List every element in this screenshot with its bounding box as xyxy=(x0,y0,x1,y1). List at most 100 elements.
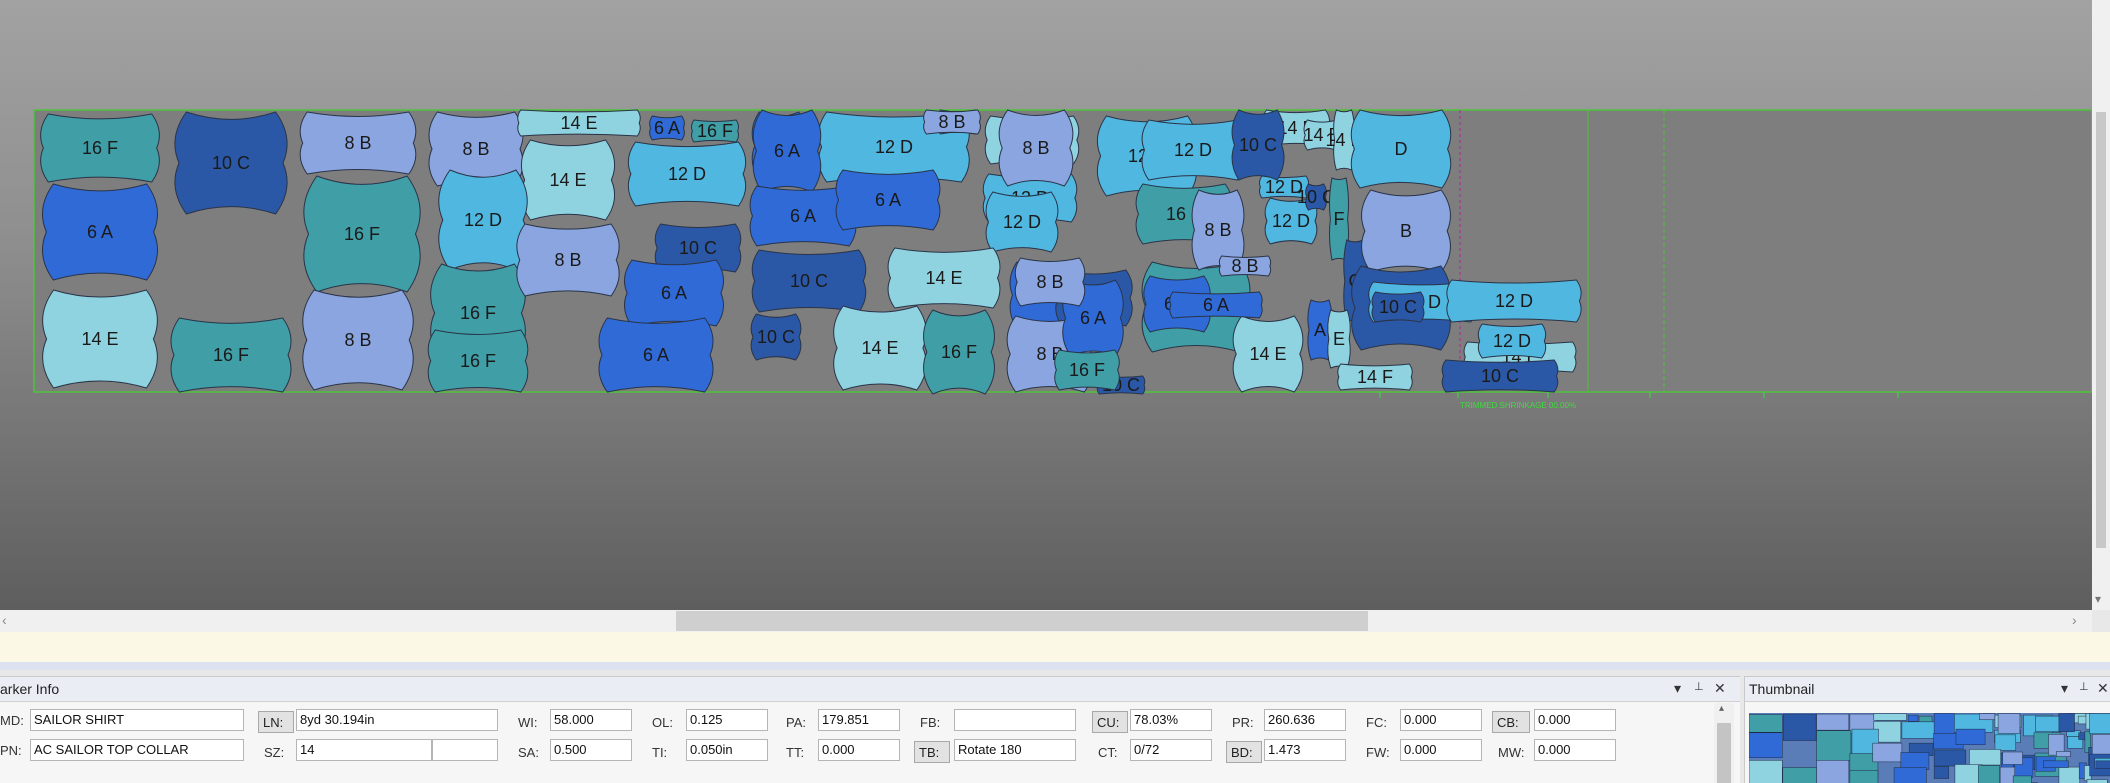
pr-field[interactable]: 260.636 xyxy=(1264,709,1346,731)
ln-field[interactable]: 8yd 30.194in xyxy=(296,709,498,731)
md-field[interactable]: SAILOR SHIRT xyxy=(30,709,244,731)
horizontal-scroll-thumb[interactable] xyxy=(676,611,1368,631)
tb-button[interactable]: TB: xyxy=(914,741,950,763)
cu-field[interactable]: 78.03% xyxy=(1130,709,1212,731)
piece-label: 14 E xyxy=(81,329,118,349)
piece-label: 8 B xyxy=(554,250,581,270)
piece-label: 8 B xyxy=(462,139,489,159)
thumbnail-piece xyxy=(1995,735,2016,751)
piece-label: 10 C xyxy=(212,153,250,173)
piece-label: 12 D xyxy=(464,210,502,230)
vertical-scroll-thumb[interactable] xyxy=(2096,112,2106,548)
marker-info-panel: arker Info ▾ ⊥ ✕ MD: SAILOR SHIRT PN: AC… xyxy=(0,676,1740,783)
dropdown-icon[interactable]: ▾ xyxy=(1674,680,1681,697)
fc-label: FC: xyxy=(1366,715,1387,730)
cu-button[interactable]: CU: xyxy=(1092,711,1128,733)
close-icon[interactable]: ✕ xyxy=(1714,680,1726,697)
pn-label: PN: xyxy=(0,743,22,758)
pn-field[interactable]: AC SAILOR TOP COLLAR xyxy=(30,739,244,761)
thumbnail-piece xyxy=(2087,780,2107,783)
piece-label: 8 B xyxy=(1022,138,1049,158)
piece-label: 14 E xyxy=(925,268,962,288)
wi-field[interactable]: 58.000 xyxy=(550,709,632,731)
scroll-right-icon[interactable]: › xyxy=(2072,612,2077,628)
sz-extra-field[interactable] xyxy=(432,739,498,761)
ol-field[interactable]: 0.125 xyxy=(686,709,768,731)
thumbnail-piece xyxy=(1817,731,1851,761)
piece-label: 6 A xyxy=(661,283,687,303)
piece-label: 16 F xyxy=(82,138,118,158)
scroll-down-icon[interactable]: ▾ xyxy=(2095,592,2101,606)
bd-field[interactable]: 1.473 xyxy=(1264,739,1346,761)
piece-label: 6 A xyxy=(774,141,800,161)
piece-label: 14 F xyxy=(1357,367,1393,387)
piece-label: 14 E xyxy=(861,338,898,358)
piece-label: 12 D xyxy=(668,164,706,184)
marker-canvas[interactable]: 16 F 10 C 8 B 8 B 14 E 6 A 16 F 6 A 12 D 16 F 12 D… xyxy=(0,0,2092,610)
ti-field[interactable]: 0.050in xyxy=(686,739,768,761)
piece-label: 6 A xyxy=(790,206,816,226)
piece-label: 8 B xyxy=(938,112,965,132)
thumbnail-piece xyxy=(1850,771,1878,783)
thumbnail-title: Thumbnail xyxy=(1749,681,1814,697)
ruler-text: TRIMMED SHRINKAGE 00.00% xyxy=(1460,401,1576,410)
thumbnail-canvas[interactable] xyxy=(1749,713,2110,783)
piece-label: B xyxy=(1400,221,1412,241)
fb-field[interactable] xyxy=(954,709,1076,731)
thumbnail-piece xyxy=(1978,766,1999,783)
horizontal-scrollbar[interactable]: ‹ › xyxy=(0,610,2092,632)
thumbnail-preview[interactable] xyxy=(1749,713,2110,783)
pin-icon[interactable]: ⊥ xyxy=(1694,680,1704,693)
cb-field[interactable]: 0.000 xyxy=(1534,709,1616,731)
tt-label: TT: xyxy=(786,745,804,760)
piece-label: 16 F xyxy=(941,342,977,362)
piece-label: 16 F xyxy=(697,121,733,141)
thumbnail-piece xyxy=(2092,734,2110,755)
thumbnail-piece xyxy=(1873,743,1902,762)
close-icon[interactable]: ✕ xyxy=(2097,680,2109,697)
marker-workspace[interactable]: 16 F 10 C 8 B 8 B 14 E 6 A 16 F 6 A 12 D 16 F 12 D… xyxy=(0,0,2092,610)
thumbnail-piece xyxy=(1998,714,2020,734)
piece-label: 12 D xyxy=(1495,291,1533,311)
piece-label: 6 A xyxy=(1080,308,1106,328)
sa-label: SA: xyxy=(518,745,539,760)
scroll-up-icon[interactable]: ▴ xyxy=(1719,703,1724,714)
thumbnail-piece xyxy=(2090,714,2110,734)
thumbnail-piece xyxy=(1749,733,1782,758)
piece-label: 10 C xyxy=(1379,297,1417,317)
tt-field[interactable]: 0.000 xyxy=(818,739,900,761)
piece-label: 12 D xyxy=(1272,211,1310,231)
sa-field[interactable]: 0.500 xyxy=(550,739,632,761)
thumbnail-piece xyxy=(2096,761,2110,769)
dropdown-icon[interactable]: ▾ xyxy=(2061,680,2068,697)
piece-label: 10 C xyxy=(757,327,795,347)
scroll-left-icon[interactable]: ‹ xyxy=(2,612,7,628)
pa-label: PA: xyxy=(786,715,806,730)
mw-field[interactable]: 0.000 xyxy=(1534,739,1616,761)
ln-button[interactable]: LN: xyxy=(258,711,294,733)
piece-label: 12 D xyxy=(1003,212,1041,232)
ol-label: OL: xyxy=(652,715,673,730)
piece-label: 12 D xyxy=(1174,140,1212,160)
tb-field[interactable]: Rotate 180 xyxy=(954,739,1076,761)
pin-icon[interactable]: ⊥ xyxy=(2079,680,2089,693)
piece-label: 6 A xyxy=(875,190,901,210)
thumbnail-piece xyxy=(1955,764,1982,783)
marker-info-scroll-thumb[interactable] xyxy=(1717,723,1731,783)
piece-label: 8 B xyxy=(1204,220,1231,240)
bd-button[interactable]: BD: xyxy=(1226,741,1262,763)
fw-field[interactable]: 0.000 xyxy=(1400,739,1482,761)
vertical-scrollbar[interactable]: ▾ xyxy=(2092,0,2110,610)
pa-field[interactable]: 179.851 xyxy=(818,709,900,731)
fc-field[interactable]: 0.000 xyxy=(1400,709,1482,731)
thumbnail-piece xyxy=(1817,714,1849,730)
cb-button[interactable]: CB: xyxy=(1492,711,1530,733)
piece-label: 14 E xyxy=(1249,344,1286,364)
piece-label: 8 B xyxy=(344,133,371,153)
ct-field[interactable]: 0/72 xyxy=(1130,739,1212,761)
md-label: MD: xyxy=(0,713,24,728)
marker-info-scrollbar[interactable]: ▴ xyxy=(1714,703,1734,783)
status-strip xyxy=(0,632,2110,662)
piece-label: 8 B xyxy=(1036,272,1063,292)
sz-field[interactable]: 14 xyxy=(296,739,432,761)
